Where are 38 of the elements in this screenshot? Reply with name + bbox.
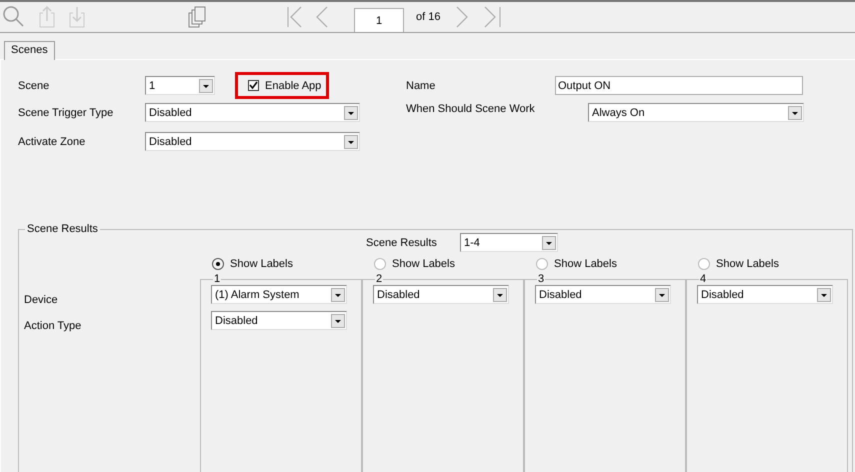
show-labels-radio[interactable]: Show Labels bbox=[200, 256, 362, 272]
copy-icon[interactable] bbox=[188, 6, 206, 28]
column-number: 2 bbox=[375, 273, 384, 285]
show-labels-radio[interactable]: Show Labels bbox=[524, 256, 686, 272]
column-number: 1 bbox=[213, 273, 222, 285]
group-title: Scene Results bbox=[26, 223, 99, 235]
result-dropdown[interactable]: Disabled bbox=[535, 285, 671, 304]
scene-dropdown[interactable]: 1 bbox=[145, 76, 215, 95]
field-label: Action Type bbox=[24, 320, 82, 334]
field-label: Name bbox=[406, 80, 436, 92]
show-labels-radio[interactable]: Show Labels bbox=[362, 256, 524, 272]
radio-circle[interactable] bbox=[212, 258, 224, 270]
result-dropdown[interactable]: (1) Alarm System bbox=[211, 285, 347, 304]
page-field[interactable]: 1 bbox=[354, 8, 404, 32]
column-number: 4 bbox=[699, 273, 708, 285]
field-label: Activate Zone bbox=[18, 136, 86, 148]
radio-circle[interactable] bbox=[536, 258, 548, 270]
field-label: Device bbox=[24, 294, 59, 308]
show-labels-radio[interactable]: Show Labels bbox=[686, 256, 848, 272]
result-dropdown[interactable]: Disabled bbox=[373, 285, 509, 304]
tab[interactable]: Scenes bbox=[4, 41, 55, 60]
column-number: 3 bbox=[537, 273, 546, 285]
result-dropdown[interactable]: Disabled bbox=[697, 285, 833, 304]
results-range-dropdown[interactable]: 1-4 bbox=[460, 233, 558, 252]
scene-work-dropdown[interactable]: Always On bbox=[588, 103, 804, 122]
field-label: When Should Scene Work bbox=[406, 103, 536, 115]
enable-app-checkbox[interactable]: Enable App bbox=[235, 72, 329, 99]
page-count: of 16 bbox=[416, 11, 440, 23]
radio-circle[interactable] bbox=[374, 258, 386, 270]
name-field[interactable]: Output ON bbox=[555, 76, 803, 95]
activate-zone-dropdown[interactable]: Disabled bbox=[145, 132, 360, 151]
radio-circle[interactable] bbox=[698, 258, 710, 270]
field-label: Scene bbox=[18, 80, 50, 92]
result-dropdown[interactable]: Disabled bbox=[211, 311, 347, 330]
trigger-type-dropdown[interactable]: Disabled bbox=[145, 103, 360, 122]
field-label: Scene Trigger Type bbox=[18, 106, 114, 118]
field-label: Scene Results bbox=[366, 236, 438, 248]
check-icon bbox=[249, 81, 258, 90]
